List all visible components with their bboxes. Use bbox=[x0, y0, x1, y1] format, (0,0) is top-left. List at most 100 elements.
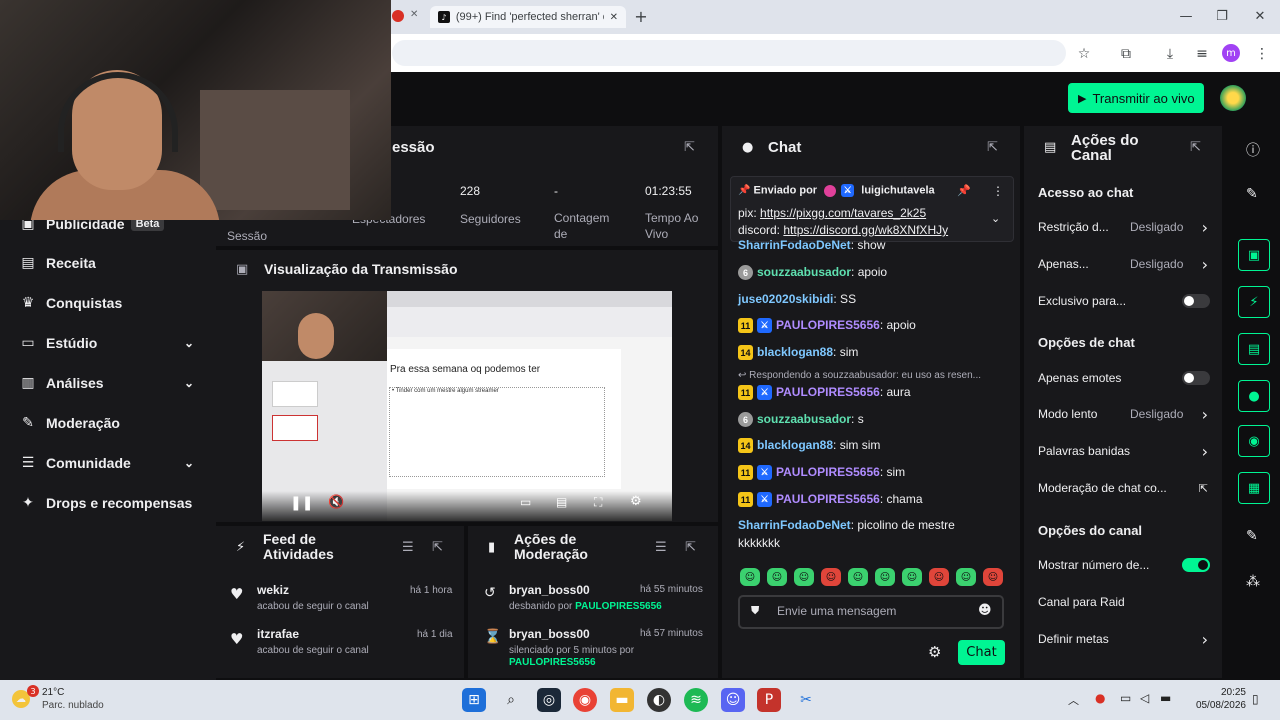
toggle-switch[interactable] bbox=[1182, 294, 1210, 308]
quick-action-button[interactable]: ◉ bbox=[1238, 425, 1270, 457]
chat-username[interactable]: juse02020skibidi bbox=[738, 292, 833, 306]
chat-username[interactable]: blacklogan88 bbox=[757, 438, 833, 452]
spotify-icon[interactable]: ≋ bbox=[684, 688, 708, 712]
file-explorer-icon[interactable]: ▬ bbox=[610, 688, 634, 712]
browser-tab[interactable]: ♪ (99+) Find 'perfected sherran' o ✕ bbox=[430, 6, 626, 28]
emote-icon[interactable]: ☺ bbox=[740, 568, 760, 586]
chat-username[interactable]: blacklogan88 bbox=[757, 345, 833, 359]
pause-icon[interactable]: ❚❚ bbox=[290, 495, 313, 511]
pinner-name[interactable]: luigichutavela bbox=[861, 184, 934, 196]
obs-icon[interactable]: ◐ bbox=[647, 688, 671, 712]
chat-username[interactable]: PAULOPIRES5656 bbox=[776, 318, 880, 332]
theater-icon[interactable]: ▭ bbox=[520, 495, 531, 509]
chevron-down-icon[interactable]: ⌄ bbox=[991, 212, 1000, 225]
quick-action-button[interactable]: ⚡ bbox=[1238, 286, 1270, 318]
popout-icon[interactable]: ⇱ bbox=[987, 140, 998, 155]
popout-icon[interactable]: ⇱ bbox=[685, 540, 696, 555]
gear-icon[interactable]: ⚙ bbox=[928, 643, 941, 661]
feed-user[interactable]: wekiz bbox=[257, 583, 289, 597]
emote-icon[interactable]: ☺ bbox=[848, 568, 868, 586]
mod-user[interactable]: bryan_boss00 bbox=[509, 583, 590, 597]
restore-icon[interactable]: ❐ bbox=[1212, 6, 1232, 26]
chat-username[interactable]: SharrinFodaoDeNet bbox=[738, 518, 851, 532]
chat-username[interactable]: souzzaabusador bbox=[757, 412, 851, 426]
steam-icon[interactable]: ◎ bbox=[537, 688, 561, 712]
more-options-icon[interactable]: ⋮ bbox=[992, 184, 1004, 198]
minimize-icon[interactable]: — bbox=[1176, 6, 1196, 26]
quick-action-button[interactable]: ▤ bbox=[1238, 333, 1270, 365]
channel-action-row[interactable]: Canal para Raid bbox=[1038, 592, 1210, 612]
sidebar-item-receita[interactable]: ▤ Receita bbox=[18, 251, 198, 275]
chat-username[interactable]: SharrinFodaoDeNet bbox=[738, 238, 851, 252]
sidebar-item-drops[interactable]: ✦ Drops e recompensas bbox=[18, 491, 198, 515]
unpin-icon[interactable]: 📌 bbox=[957, 184, 971, 197]
discord-link[interactable]: https://discord.gg/wk8XNfXHJy bbox=[783, 223, 948, 237]
close-window-icon[interactable]: ✕ bbox=[1250, 6, 1270, 26]
chrome-icon[interactable]: ◉ bbox=[573, 688, 597, 712]
profile-avatar[interactable]: m bbox=[1222, 44, 1240, 62]
new-tab-button[interactable]: + bbox=[634, 7, 648, 26]
shield-icon[interactable]: ⛊ bbox=[751, 604, 759, 618]
channel-action-row[interactable]: Exclusivo para... bbox=[1038, 291, 1210, 311]
clock-time[interactable]: 20:25 bbox=[1188, 687, 1246, 698]
emote-icon[interactable]: ☺ bbox=[821, 568, 841, 586]
channel-action-row[interactable]: Mostrar número de... bbox=[1038, 555, 1210, 575]
channel-action-row[interactable]: Moderação de chat co... ⇱ bbox=[1038, 478, 1210, 498]
chat-send-button[interactable]: Chat bbox=[958, 640, 1005, 665]
filter-icon[interactable]: ☰ bbox=[655, 540, 667, 555]
chat-username[interactable]: PAULOPIRES5656 bbox=[776, 465, 880, 479]
fullscreen-icon[interactable]: ⛶ bbox=[594, 495, 602, 510]
media-icon[interactable]: ≡ bbox=[1192, 44, 1212, 64]
channel-action-row[interactable]: Apenas... Desligado › bbox=[1038, 254, 1210, 274]
emote-icon[interactable]: ☺ bbox=[929, 568, 949, 586]
mod-by[interactable]: PAULOPIRES5656 bbox=[575, 601, 662, 612]
emote-icon[interactable]: ☺ bbox=[875, 568, 895, 586]
gear-icon[interactable]: ⚙ bbox=[630, 494, 642, 509]
channel-action-row[interactable]: Definir metas › bbox=[1038, 629, 1210, 649]
emote-icon[interactable]: ☺ bbox=[983, 568, 1003, 586]
tab-close-icon[interactable]: ✕ bbox=[610, 12, 618, 23]
go-live-button[interactable]: ▶ Transmitir ao vivo bbox=[1068, 83, 1204, 113]
notification-icon[interactable]: ▯ bbox=[1252, 692, 1259, 706]
stream-preview[interactable]: Pra essa semana oq podemos ter • Tinder … bbox=[262, 291, 672, 521]
sidebar-item-moderacao[interactable]: ✎ Moderação bbox=[18, 411, 198, 435]
toggle-switch[interactable] bbox=[1182, 371, 1210, 385]
sidebar-item-conquistas[interactable]: ♛ Conquistas bbox=[18, 291, 198, 315]
feed-user[interactable]: itzrafae bbox=[257, 627, 299, 641]
windows-start-icon[interactable]: ⊞ bbox=[462, 688, 486, 712]
search-icon[interactable]: ⌕ bbox=[499, 688, 523, 712]
quick-action-button[interactable]: ▣ bbox=[1238, 239, 1270, 271]
powerpoint-icon[interactable]: P bbox=[757, 688, 781, 712]
quick-action-button[interactable]: ● bbox=[1238, 380, 1270, 412]
emoji-icon[interactable]: ☻ bbox=[978, 603, 992, 618]
quick-action-button[interactable]: ▦ bbox=[1238, 472, 1270, 504]
emote-icon[interactable]: ☺ bbox=[902, 568, 922, 586]
popout-icon[interactable]: ⇱ bbox=[684, 140, 695, 155]
info-icon[interactable]: ⓘ bbox=[1246, 140, 1260, 160]
menu-dots-icon[interactable]: ⋮ bbox=[1252, 44, 1272, 64]
extensions-icon[interactable]: ⧉ bbox=[1116, 44, 1136, 64]
emote-icon[interactable]: ☺ bbox=[767, 568, 787, 586]
emote-icon[interactable]: ☺ bbox=[794, 568, 814, 586]
user-avatar[interactable] bbox=[1220, 85, 1246, 111]
channel-action-row[interactable]: Apenas emotes bbox=[1038, 368, 1210, 388]
popout-icon[interactable]: ⇱ bbox=[1190, 140, 1201, 155]
mod-user[interactable]: bryan_boss00 bbox=[509, 627, 590, 641]
clock-date[interactable]: 05/08/2026 bbox=[1188, 700, 1246, 711]
chat-username[interactable]: souzzaabusador bbox=[757, 265, 851, 279]
share-icon[interactable]: ⁂ bbox=[1246, 574, 1260, 590]
emote-icon[interactable]: ☺ bbox=[956, 568, 976, 586]
address-bar[interactable] bbox=[392, 40, 1066, 66]
tray-chevron-icon[interactable]: ︿ bbox=[1068, 692, 1079, 708]
chat-username[interactable]: PAULOPIRES5656 bbox=[776, 492, 880, 506]
tab-close-icon[interactable]: ✕ bbox=[410, 9, 418, 20]
channel-action-row[interactable]: Modo lento Desligado › bbox=[1038, 404, 1210, 424]
mod-by[interactable]: PAULOPIRES5656 bbox=[509, 657, 596, 668]
popout-icon[interactable]: ⇱ bbox=[432, 540, 443, 555]
sidebar-item-comunidade[interactable]: ☰ Comunidade ⌄ bbox=[18, 451, 198, 475]
download-icon[interactable]: ⤓ bbox=[1160, 44, 1180, 64]
volume-icon[interactable]: ◁ bbox=[1140, 691, 1149, 705]
microphone-icon[interactable]: ● bbox=[1095, 691, 1105, 705]
bookmark-star-icon[interactable]: ☆ bbox=[1074, 44, 1094, 64]
wrench-icon[interactable]: ✎ bbox=[1246, 528, 1258, 544]
